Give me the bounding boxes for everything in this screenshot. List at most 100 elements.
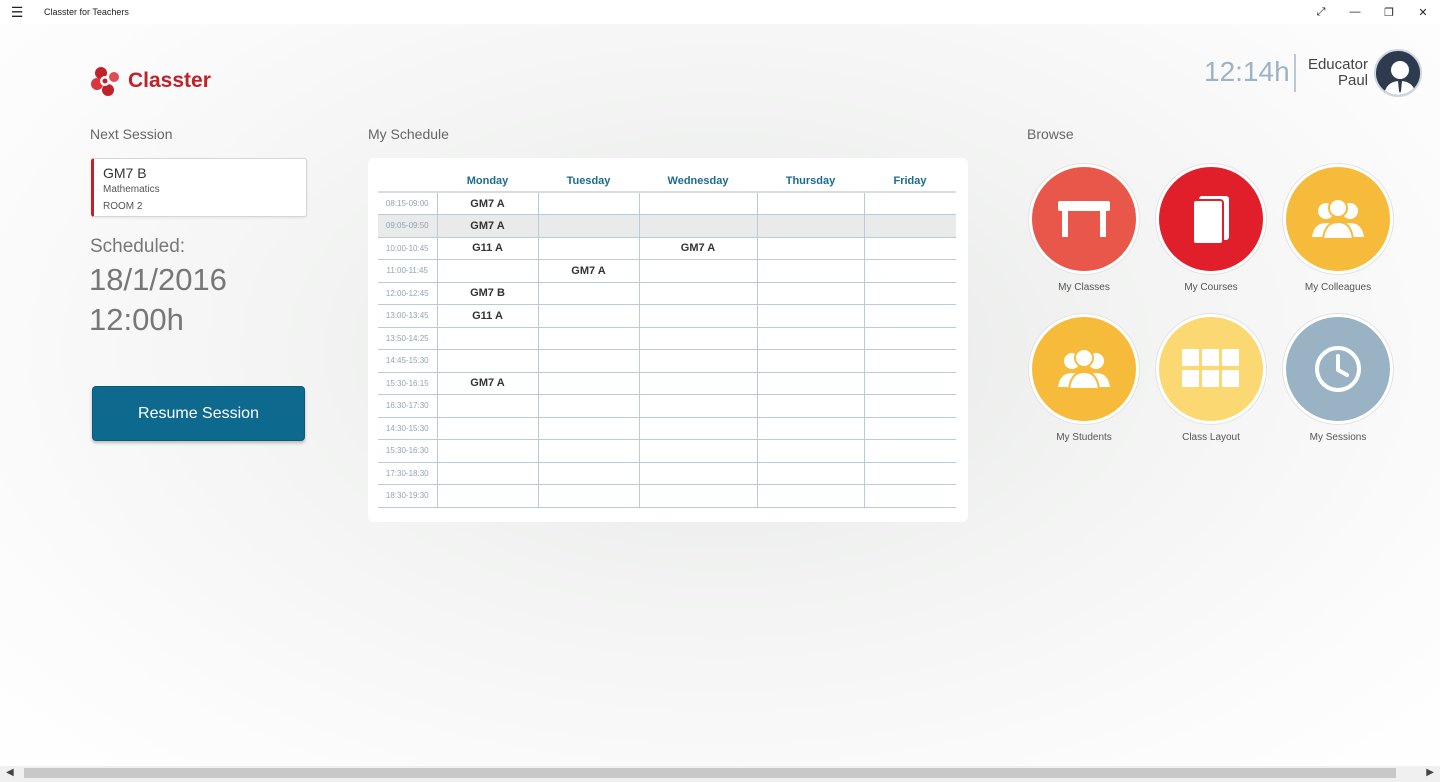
schedule-cell[interactable] (756, 192, 864, 215)
schedule-cell[interactable] (756, 304, 864, 328)
my-colleagues-circle[interactable] (1283, 164, 1393, 274)
schedule-cell[interactable] (863, 462, 956, 485)
schedule-cell[interactable]: GM7 A (436, 372, 538, 395)
tile-my-courses[interactable]: My Courses (1156, 164, 1266, 293)
schedule-cell[interactable] (638, 327, 757, 350)
schedule-cell[interactable] (863, 304, 956, 328)
schedule-cell[interactable] (537, 462, 639, 485)
schedule-cell[interactable] (863, 282, 956, 305)
close-icon[interactable]: ✕ (1406, 0, 1440, 24)
schedule-cell[interactable] (537, 439, 639, 463)
schedule-cell[interactable] (638, 259, 757, 283)
schedule-cell[interactable] (436, 349, 538, 373)
schedule-cell[interactable] (436, 439, 538, 463)
schedule-cell[interactable] (537, 214, 639, 238)
schedule-cell[interactable] (756, 282, 864, 305)
schedule-cell[interactable] (638, 349, 757, 373)
schedule-cell[interactable] (863, 214, 956, 238)
schedule-cell[interactable] (756, 259, 864, 283)
schedule-cell[interactable] (638, 462, 757, 485)
my-sessions-circle[interactable] (1283, 314, 1393, 424)
schedule-cell[interactable] (638, 214, 757, 238)
schedule-cell[interactable] (863, 237, 956, 260)
schedule-cell[interactable] (756, 372, 864, 395)
schedule-cell[interactable] (638, 282, 757, 305)
time-slot: 10:00-10:45 (378, 237, 437, 260)
schedule-cell[interactable] (537, 237, 639, 260)
tile-class-layout[interactable]: Class Layout (1156, 314, 1266, 443)
my-classes-circle[interactable] (1029, 164, 1139, 274)
next-session-card[interactable]: GM7 B Mathematics ROOM 2 (91, 158, 307, 217)
schedule-cell[interactable] (863, 394, 956, 418)
schedule-cell[interactable] (756, 214, 864, 238)
schedule-cell[interactable] (638, 439, 757, 463)
schedule-cell[interactable] (436, 394, 538, 418)
schedule-cell[interactable]: GM7 A (436, 192, 538, 215)
schedule-cell[interactable] (436, 259, 538, 283)
schedule-cell[interactable] (638, 304, 757, 328)
schedule-cell[interactable]: G11 A (436, 304, 538, 328)
schedule-cell[interactable] (638, 417, 757, 440)
schedule-cell[interactable] (756, 327, 864, 350)
schedule-cell[interactable]: GM7 A (638, 237, 757, 260)
minimize-icon[interactable]: — (1338, 0, 1372, 24)
schedule-cell[interactable] (756, 394, 864, 418)
schedule-cell[interactable]: G11 A (436, 237, 538, 260)
scroll-right-icon[interactable]: ▶ (1426, 767, 1434, 778)
schedule-cell[interactable] (863, 327, 956, 350)
schedule-cell[interactable] (863, 349, 956, 373)
schedule-cell[interactable] (436, 462, 538, 485)
schedule-cell[interactable] (756, 349, 864, 373)
schedule-cell[interactable] (863, 484, 956, 508)
schedule-cell[interactable] (756, 237, 864, 260)
schedule-cell[interactable] (863, 192, 956, 215)
tile-my-classes[interactable]: My Classes (1029, 164, 1139, 293)
schedule-cell[interactable] (436, 327, 538, 350)
scrollbar-thumb[interactable] (24, 768, 1396, 778)
schedule-cell[interactable] (537, 417, 639, 440)
avatar[interactable] (1374, 49, 1422, 97)
people-icon (1312, 198, 1364, 240)
resume-session-button[interactable]: Resume Session (92, 386, 305, 441)
session-room: ROOM 2 (103, 201, 143, 212)
schedule-cell[interactable]: GM7 A (436, 214, 538, 238)
schedule-cell[interactable] (537, 394, 639, 418)
scroll-left-icon[interactable]: ◀ (6, 767, 14, 778)
schedule-cell[interactable] (638, 394, 757, 418)
schedule-cell[interactable]: GM7 A (537, 259, 639, 283)
tile-my-colleagues[interactable]: My Colleagues (1283, 164, 1393, 293)
schedule-cell[interactable] (863, 417, 956, 440)
schedule-cell[interactable] (537, 327, 639, 350)
schedule-cell[interactable] (537, 192, 639, 215)
schedule-row: 13:00-13:45 G11 A (378, 304, 956, 328)
time-slot: 14:45-15:30 (378, 349, 437, 373)
schedule-cell[interactable] (756, 417, 864, 440)
tile-my-sessions[interactable]: My Sessions (1283, 314, 1393, 443)
schedule-cell[interactable] (756, 484, 864, 508)
schedule-row: 11:00-11:45 GM7 A (378, 259, 956, 283)
schedule-cell[interactable] (638, 192, 757, 215)
schedule-cell[interactable] (756, 439, 864, 463)
schedule-cell[interactable] (638, 484, 757, 508)
schedule-cell[interactable] (863, 439, 956, 463)
schedule-cell[interactable] (863, 372, 956, 395)
schedule-cell[interactable] (756, 462, 864, 485)
schedule-cell[interactable]: GM7 B (436, 282, 538, 305)
schedule-cell[interactable] (638, 372, 757, 395)
schedule-cell[interactable] (537, 282, 639, 305)
tile-my-students[interactable]: My Students (1029, 314, 1139, 443)
restore-icon[interactable]: ❐ (1372, 0, 1406, 24)
schedule-cell[interactable] (537, 304, 639, 328)
expand-icon[interactable]: ⤢ (1304, 0, 1338, 24)
schedule-cell[interactable] (537, 484, 639, 508)
horizontal-scrollbar[interactable]: ◀ ▶ (0, 766, 1440, 782)
schedule-cell[interactable] (863, 259, 956, 283)
schedule-cell[interactable] (436, 484, 538, 508)
my-courses-circle[interactable] (1156, 164, 1266, 274)
hamburger-icon[interactable]: ☰ (0, 0, 34, 24)
my-students-circle[interactable] (1029, 314, 1139, 424)
schedule-cell[interactable] (436, 417, 538, 440)
class-layout-circle[interactable] (1156, 314, 1266, 424)
schedule-cell[interactable] (537, 372, 639, 395)
schedule-cell[interactable] (537, 349, 639, 373)
